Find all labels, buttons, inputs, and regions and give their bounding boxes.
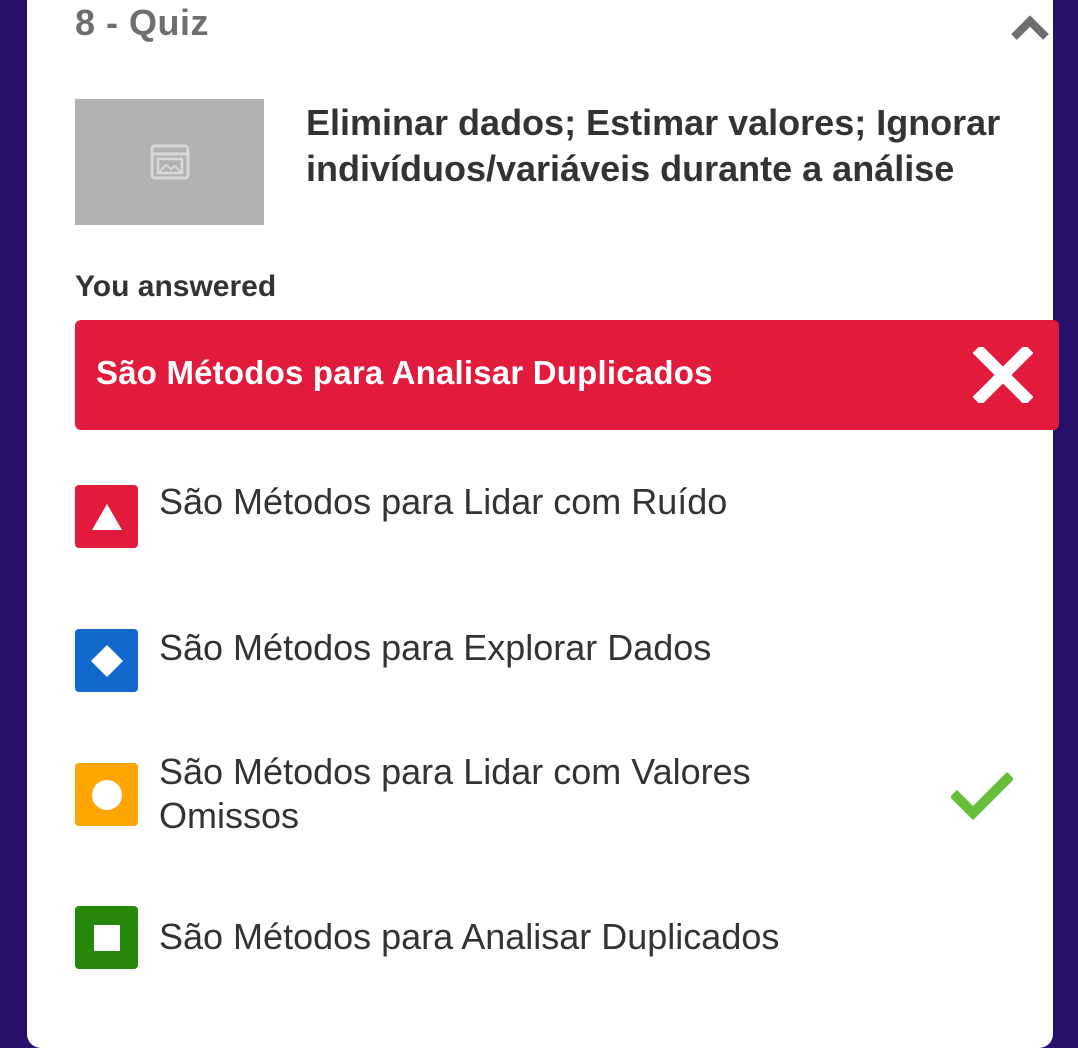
square-icon bbox=[93, 924, 120, 951]
triangle-shape bbox=[75, 485, 138, 548]
choice-label: São Métodos para Explorar Dados bbox=[159, 627, 712, 668]
question-image bbox=[75, 99, 264, 225]
correct-check-icon bbox=[951, 771, 1013, 821]
wrong-x-icon bbox=[973, 347, 1033, 403]
chevron-up-icon bbox=[1011, 15, 1049, 40]
choice-label: São Métodos para Analisar Duplicados bbox=[159, 916, 780, 957]
quiz-title: 8 - Quiz bbox=[75, 2, 210, 43]
triangle-icon bbox=[91, 503, 122, 530]
collapse-button[interactable] bbox=[1005, 8, 1055, 48]
circle-shape bbox=[75, 763, 138, 826]
square-shape bbox=[75, 906, 138, 969]
choice-item: São Métodos para Explorar Dados bbox=[75, 627, 1059, 699]
image-placeholder-icon bbox=[150, 144, 189, 180]
question-text: Eliminar dados; Estimar valores; Ignorar… bbox=[306, 102, 1001, 189]
diamond-icon bbox=[90, 644, 123, 677]
diamond-shape bbox=[75, 629, 138, 692]
choice-item: São Métodos para Lidar com Ruído bbox=[75, 481, 1059, 555]
you-answered-label: You answered bbox=[75, 270, 277, 303]
user-answer-text: São Métodos para Analisar Duplicados bbox=[96, 354, 713, 391]
choice-label: São Métodos para Lidar com Valores Omiss… bbox=[159, 751, 751, 836]
user-answer-box: São Métodos para Analisar Duplicados bbox=[75, 320, 1059, 430]
choice-item: São Métodos para Analisar Duplicados bbox=[75, 906, 1059, 988]
circle-icon bbox=[91, 779, 122, 810]
choice-item: São Métodos para Lidar com Valores Omiss… bbox=[75, 750, 1059, 850]
choice-label: São Métodos para Lidar com Ruído bbox=[159, 481, 728, 522]
quiz-card: 8 - Quiz Eliminar dados; Estimar valores… bbox=[27, 0, 1059, 1048]
